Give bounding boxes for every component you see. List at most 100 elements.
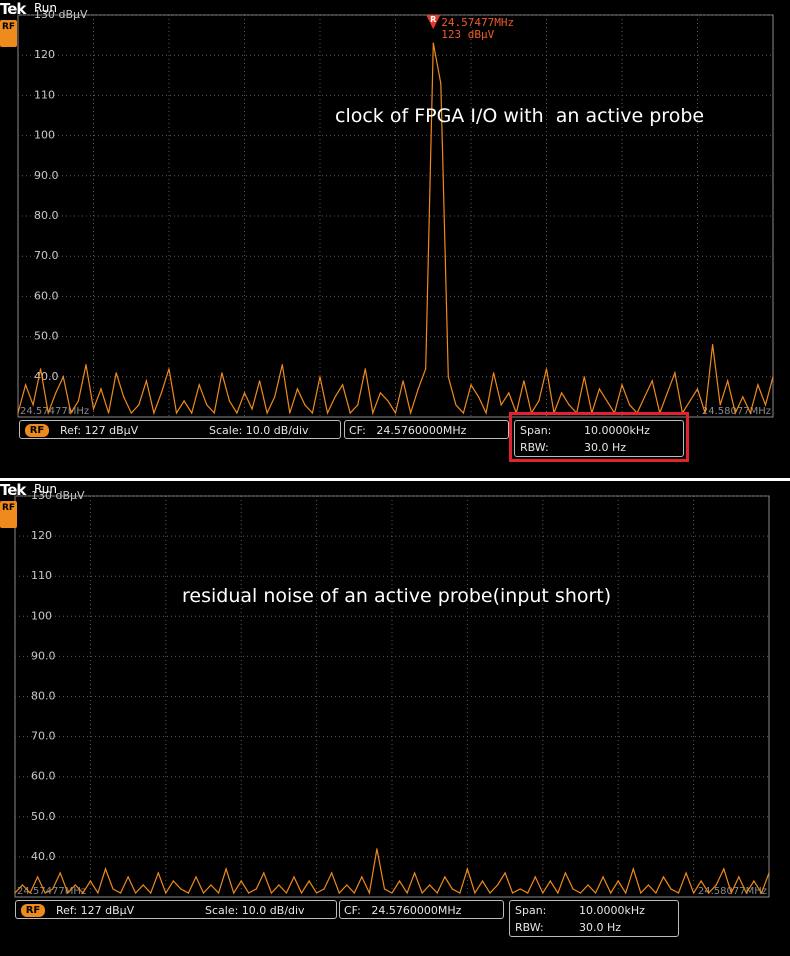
rf-channel-icon[interactable]: RF <box>0 501 17 528</box>
marker-level: 123 dBµV <box>441 28 494 41</box>
trace-point <box>285 892 287 894</box>
spectrum-plot-bottom: 130 dBµV12011010090.080.070.060.050.040.… <box>14 489 770 898</box>
trace-point <box>745 892 748 894</box>
trace-point <box>768 872 770 874</box>
center-frequency-bar[interactable]: CF: 24.5760000MHz <box>339 900 504 919</box>
trace-point <box>561 392 563 394</box>
trace-point <box>349 412 351 414</box>
trace-point <box>266 412 268 414</box>
rf-channel-icon[interactable]: RF <box>0 20 17 47</box>
trace-point <box>742 396 744 398</box>
trace-point <box>723 868 725 870</box>
trace-point <box>444 876 446 878</box>
trace-point <box>342 384 344 386</box>
trace-point <box>587 884 589 886</box>
trace-point <box>37 876 39 878</box>
trace-point <box>150 892 152 894</box>
trace-point <box>17 412 19 414</box>
trace-point <box>708 892 710 894</box>
trace-point <box>243 392 246 394</box>
trace-point <box>281 364 283 366</box>
trace-point <box>100 388 102 390</box>
trace-point <box>108 412 110 414</box>
trace-point <box>331 872 333 874</box>
brand-logo: Tek <box>0 481 26 499</box>
trace-point <box>685 872 687 874</box>
trace-point <box>326 412 329 414</box>
trace-point <box>715 884 717 886</box>
trace-point <box>135 892 137 894</box>
y-tick-label: 80.0 <box>34 209 59 222</box>
trace-point <box>311 412 313 414</box>
trace-point <box>689 400 691 402</box>
trace-point <box>394 412 397 414</box>
trace-point <box>77 400 79 402</box>
trace-point <box>610 892 612 894</box>
trace-point <box>364 368 366 370</box>
trace-point <box>270 892 272 894</box>
trace-point <box>387 400 389 402</box>
trace-point <box>74 884 76 886</box>
span-label: Span: <box>515 904 547 917</box>
trace-point <box>583 376 585 378</box>
trace-point <box>236 412 238 414</box>
trace-point <box>263 872 265 874</box>
span-rbw-box[interactable]: Span: 10.0000kHz RBW: 30.0 Hz <box>509 900 679 937</box>
trace-point <box>296 388 298 390</box>
reference-scale-bar[interactable]: RF Ref: 127 dBµV Scale: 10.0 dB/div <box>19 420 341 439</box>
trace-point <box>376 848 378 850</box>
y-tick-label: 60.0 <box>31 770 56 783</box>
trace-point <box>225 868 227 870</box>
trace-point <box>218 892 220 894</box>
trace-point <box>52 888 54 890</box>
highlight-box <box>509 412 689 462</box>
trace-point <box>213 412 215 414</box>
y-tick-label: 110 <box>31 569 52 582</box>
trace-point <box>398 880 401 882</box>
trace-point <box>474 892 476 894</box>
trace-point <box>712 344 714 346</box>
trace-point <box>485 412 487 414</box>
trace-point <box>493 372 495 374</box>
y-tick-label: 50.0 <box>31 810 56 823</box>
trace-point <box>346 884 348 886</box>
trace-point <box>183 400 185 402</box>
trace-point <box>670 888 672 890</box>
y-tick-label: 90.0 <box>31 649 56 662</box>
trace-point <box>130 412 132 414</box>
center-frequency-bar[interactable]: CF: 24.5760000MHz <box>344 420 509 439</box>
trace-point <box>647 884 650 886</box>
trace-point <box>383 888 386 890</box>
trace-point <box>160 392 162 394</box>
trace-point <box>497 884 499 886</box>
trace-point <box>175 412 178 414</box>
trace-point <box>674 372 676 374</box>
trace-point <box>579 892 582 894</box>
trace-point <box>300 892 303 894</box>
reference-marker[interactable]: R 24.57477MHz123 dBµV <box>426 15 514 41</box>
trace-point <box>549 880 551 882</box>
trace-point <box>451 888 453 890</box>
trace-point <box>82 892 84 894</box>
trace-point <box>523 380 525 382</box>
trace-point <box>195 876 197 878</box>
trace-point <box>730 892 732 894</box>
trace-point <box>191 412 193 414</box>
trace-point <box>255 888 257 890</box>
trace-point <box>757 384 759 386</box>
trace-point <box>527 892 529 894</box>
trace-point <box>760 892 763 894</box>
trace-point <box>696 388 699 390</box>
trace-point <box>240 880 242 882</box>
spectrum-panel-top: 130 dBµV 120 110 100 90.0 80.0 70.0 60.0 50.0 40.… <box>0 0 790 478</box>
trace-point <box>410 412 412 414</box>
trace-point <box>55 392 57 394</box>
trace-point <box>145 380 147 382</box>
trace-point <box>127 876 129 878</box>
trace-point <box>557 892 559 894</box>
trace-point <box>436 892 438 894</box>
trace-point <box>508 392 510 394</box>
trace-point <box>617 880 619 882</box>
trace-point <box>123 396 125 398</box>
reference-scale-bar[interactable]: RF Ref: 127 dBµV Scale: 10.0 dB/div <box>15 900 337 919</box>
